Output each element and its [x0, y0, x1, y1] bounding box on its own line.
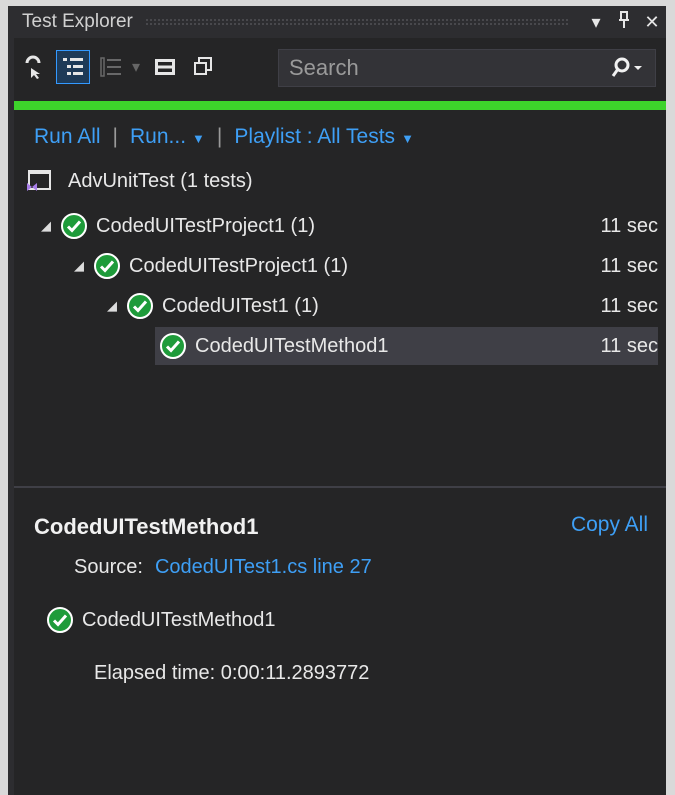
passed-check-icon: [61, 213, 87, 239]
title-grip[interactable]: [144, 18, 570, 26]
run-tests-after-build-button[interactable]: [18, 50, 52, 84]
chevron-down-icon: ▼: [401, 131, 414, 146]
run-after-build-icon: [25, 55, 41, 79]
hierarchy-icon: [63, 58, 83, 75]
tree-row-label: CodedUITestProject1 (1): [129, 254, 348, 277]
command-bar: Run All | Run... ▼ | Playlist : All Tests…: [34, 120, 414, 154]
source-file-link[interactable]: CodedUITest1.cs line 27: [155, 556, 372, 579]
source-line: Source: CodedUITest1.cs line 27: [74, 556, 372, 579]
tree-row-duration: 11 sec: [600, 334, 658, 357]
test-explorer-panel: Test Explorer ▾ ✕ ▾ Search Run All | Run…: [8, 6, 666, 795]
pin-icon[interactable]: [610, 10, 638, 34]
chevron-down-icon: ▼: [192, 131, 205, 146]
expand-triangle-icon[interactable]: ◢: [36, 218, 56, 234]
project-label: AdvUnitTest (1 tests): [68, 169, 253, 192]
group-by-button[interactable]: [94, 50, 128, 84]
window-frame: Test Explorer ▾ ✕ ▾ Search Run All | Run…: [0, 0, 675, 795]
project-header[interactable]: AdvUnitTest (1 tests): [26, 166, 253, 196]
detail-result: CodedUITestMethod1: [46, 606, 275, 634]
copy-all-link[interactable]: Copy All: [571, 513, 648, 537]
settings-button[interactable]: [186, 50, 220, 84]
test-project-icon: [27, 170, 51, 191]
tree-row[interactable]: ◢ CodedUITest1 (1) 11 sec: [14, 286, 658, 326]
expand-triangle-icon[interactable]: ◢: [69, 258, 89, 274]
test-progress-bar: [14, 101, 666, 110]
passed-check-icon: [160, 333, 186, 359]
tree-row-duration: 11 sec: [600, 294, 658, 317]
group-dropdown-icon[interactable]: ▾: [132, 57, 140, 77]
group-by-hierarchy-button[interactable]: [56, 50, 90, 84]
source-label: Source:: [74, 556, 143, 578]
playlist-menu-link[interactable]: Playlist : All Tests ▼: [234, 125, 414, 149]
detail-result-label: CodedUITestMethod1: [82, 608, 276, 631]
elapsed-time: Elapsed time: 0:00:11.2893772: [94, 662, 370, 684]
toolbar: ▾ Search: [14, 40, 666, 94]
search-icon[interactable]: [599, 57, 655, 79]
command-separator: |: [216, 125, 223, 148]
passed-check-icon: [47, 607, 73, 633]
title-bar[interactable]: Test Explorer ▾ ✕: [14, 6, 666, 38]
tree-row[interactable]: ◢ CodedUITestProject1 (1) 11 sec: [14, 246, 658, 286]
window-copy-icon: [194, 57, 213, 75]
details-title: CodedUITestMethod1: [34, 514, 259, 539]
search-input[interactable]: Search: [279, 55, 599, 81]
window-title: Test Explorer: [22, 11, 133, 32]
group-list-icon: [100, 57, 121, 77]
expand-triangle-icon[interactable]: ◢: [102, 298, 122, 314]
tree-row-duration: 11 sec: [600, 214, 658, 237]
close-icon[interactable]: ✕: [638, 12, 666, 33]
passed-check-icon: [94, 253, 120, 279]
playlist-menu-label: Playlist : All Tests: [234, 125, 396, 148]
passed-check-icon: [127, 293, 153, 319]
playlist-icon: [155, 59, 176, 75]
run-menu-link[interactable]: Run... ▼: [130, 125, 205, 149]
tree-row[interactable]: ◢ CodedUITestProject1 (1) 11 sec: [14, 206, 658, 246]
details-splitter[interactable]: [14, 486, 666, 488]
tree-row-label: CodedUITestMethod1: [195, 334, 389, 357]
panel-left-edge: [8, 6, 14, 795]
run-menu-label: Run...: [130, 125, 187, 148]
tree-row-duration: 11 sec: [600, 254, 658, 277]
command-separator: |: [112, 125, 119, 148]
playlist-button[interactable]: [148, 50, 182, 84]
tree-row-selected[interactable]: CodedUITestMethod1 11 sec: [14, 326, 658, 366]
test-tree: ◢ CodedUITestProject1 (1) 11 sec ◢ Coded…: [14, 206, 658, 366]
tree-row-label: CodedUITest1 (1): [162, 294, 319, 317]
run-all-link[interactable]: Run All: [34, 125, 101, 149]
tree-row-label: CodedUITestProject1 (1): [96, 214, 315, 237]
window-menu-dropdown-icon[interactable]: ▾: [582, 12, 610, 33]
search-box[interactable]: Search: [278, 49, 656, 87]
